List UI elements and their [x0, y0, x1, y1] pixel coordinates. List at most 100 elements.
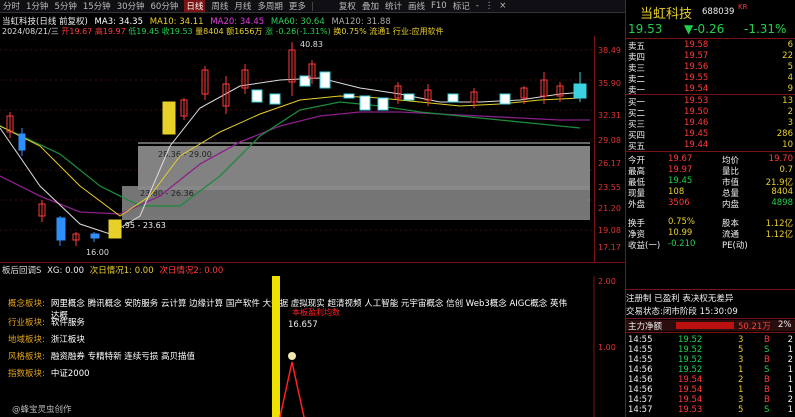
toolbar-button[interactable]: -: [476, 1, 479, 11]
tick-time: 14:57: [628, 405, 653, 415]
stat-row: 今开 19.67 均价 19.70: [626, 154, 795, 166]
tick-count: 1: [787, 375, 793, 385]
tick-volume: 3: [738, 355, 744, 365]
stat-row: 现量 108 总量 8404: [626, 187, 795, 199]
toolbar-button[interactable]: 标记: [453, 0, 470, 12]
period-tab[interactable]: 5分钟: [54, 0, 76, 12]
price-axis-label: 26.17: [598, 159, 621, 168]
toolbar-button[interactable]: 画线: [408, 0, 425, 12]
bar-low: 低19.45: [128, 27, 160, 36]
prev2-value: 次日情况2: 0.00: [159, 266, 224, 276]
tick-time: 14:56: [628, 385, 653, 395]
tick-price: 19.52: [678, 345, 703, 355]
period-tab[interactable]: 60分钟: [151, 0, 179, 12]
book-price: 19.57: [684, 51, 709, 61]
toolbar-divider: [311, 1, 313, 11]
book-price: 19.46: [684, 118, 709, 128]
book-price: 19.56: [684, 62, 709, 72]
period-tab[interactable]: 更多: [289, 0, 306, 12]
sub-axis-1: 1.00: [598, 343, 616, 352]
period-tab[interactable]: 30分钟: [117, 0, 145, 12]
low-marker: 16.00: [86, 248, 109, 257]
quote-price-row: 19.53 ▼-0.26 -1.31%: [626, 22, 795, 36]
price-axis-label: 29.08: [598, 136, 621, 145]
tick-time: 14:56: [628, 375, 653, 385]
bar-turnover: 换0.75%: [333, 27, 367, 36]
stat-value: 19.45: [668, 176, 693, 186]
watermark: @蜂宝灵虫创作: [12, 404, 72, 415]
stat-row: 收益(一) -0.210 PE(动): [626, 239, 795, 251]
ask-row[interactable]: 卖四 19.57 22: [626, 51, 795, 63]
stat-value: 0.75%: [668, 217, 696, 227]
signal-bar: [272, 276, 280, 417]
tick-side: S: [764, 365, 770, 375]
ask-row[interactable]: 卖五 19.58 6: [626, 40, 795, 52]
book-volume: 286: [776, 129, 793, 139]
price-axis-label: 19.08: [598, 226, 621, 235]
profit-label: 本板盈利均数: [292, 307, 340, 317]
sub-axis-2: 2.00: [598, 277, 616, 286]
bar-date: 2024/08/21/三: [2, 27, 59, 36]
high-marker: 40.83: [300, 40, 323, 49]
book-price: 19.53: [684, 96, 709, 106]
period-tab[interactable]: 分时: [3, 0, 20, 12]
book-price: 19.55: [684, 73, 709, 83]
toolbar-button[interactable]: F10: [431, 1, 447, 11]
price-change: ▼-0.26: [684, 22, 725, 36]
tick-volume: 5: [738, 405, 744, 415]
stat-value: 19.67: [668, 154, 693, 164]
xg-value: XG: 0.00: [47, 266, 85, 276]
net-flow-row[interactable]: 主力净额 50.21万 2%: [626, 320, 795, 332]
toolbar-button[interactable]: 统计: [385, 0, 402, 12]
book-price: 19.50: [684, 107, 709, 117]
period-tab[interactable]: 月线: [234, 0, 251, 12]
tick-price: 19.54: [678, 385, 703, 395]
stat-value: 108: [668, 187, 685, 197]
tick-count: 1: [787, 385, 793, 395]
tick-price: 19.52: [678, 365, 703, 375]
period-tab[interactable]: 15分钟: [83, 0, 111, 12]
price-axis-label: 35.90: [598, 79, 621, 88]
toolbar-button[interactable]: 叠加: [362, 0, 379, 12]
price-axis: 38.49 35.90 32.31 29.08 26.17 23.55 21.20 19.08…: [594, 36, 625, 262]
stat-row: 外盘 3506 内盘 4898: [626, 198, 795, 210]
period-tab[interactable]: 多周期: [257, 0, 283, 12]
indicator-title: 板后回调S XG: 0.00 次日情况1: 0.00 次日情况2: 0.00: [2, 264, 223, 276]
bid-row[interactable]: 买五 19.44 10: [626, 140, 795, 152]
tick-side: S: [764, 345, 770, 355]
indicator-name: 板后回调S: [2, 266, 42, 276]
status-value: 闭市阶段 15:30:09: [662, 307, 738, 317]
candlestick-chart[interactable]: 28.36 - 29.00 23.80 - 26.36 19.95 - 23.6…: [0, 36, 625, 262]
period-tab[interactable]: 日线: [184, 0, 206, 12]
toolbar-button[interactable]: ×: [499, 1, 506, 11]
tick-price: 19.54: [678, 375, 703, 385]
book-price: 19.45: [684, 129, 709, 139]
price-axis-label: 32.31: [598, 111, 621, 120]
bid-row[interactable]: 买二 19.50 2: [626, 107, 795, 119]
toolbar-button[interactable]: ⋮: [485, 1, 494, 11]
stat-value: -0.210: [668, 239, 696, 249]
quote-name: 当虹科技: [640, 7, 693, 22]
profit-value: 16.657: [288, 320, 318, 330]
tick-count: 2: [787, 335, 793, 345]
bid-row[interactable]: 买三 19.46 3: [626, 118, 795, 130]
toolbar-button[interactable]: 复权: [339, 0, 356, 12]
book-volume: 10: [782, 140, 793, 150]
bid-row[interactable]: 买四 19.45 286: [626, 129, 795, 141]
tick-volume: 1: [738, 385, 744, 395]
book-price: 19.44: [684, 140, 709, 150]
tick-side: B: [764, 335, 770, 345]
period-tab[interactable]: 周线: [211, 0, 228, 12]
bid-row[interactable]: 买一 19.53 13: [626, 96, 795, 108]
period-tab[interactable]: 1分钟: [26, 0, 48, 12]
tick-volume: 3: [738, 335, 744, 345]
ask-row[interactable]: 卖三 19.56 5: [626, 62, 795, 74]
book-volume: 3: [787, 118, 793, 128]
bar-high: 高19.97: [94, 27, 126, 36]
ask-row[interactable]: 卖二 19.55 4: [626, 73, 795, 85]
bar-amount: 额1656万: [226, 27, 263, 36]
bar-volume: 量8404: [195, 27, 224, 36]
tick-time: 14:56: [628, 365, 653, 375]
bar-open: 开19.67: [61, 27, 93, 36]
stat-value: 19.97: [668, 165, 693, 175]
